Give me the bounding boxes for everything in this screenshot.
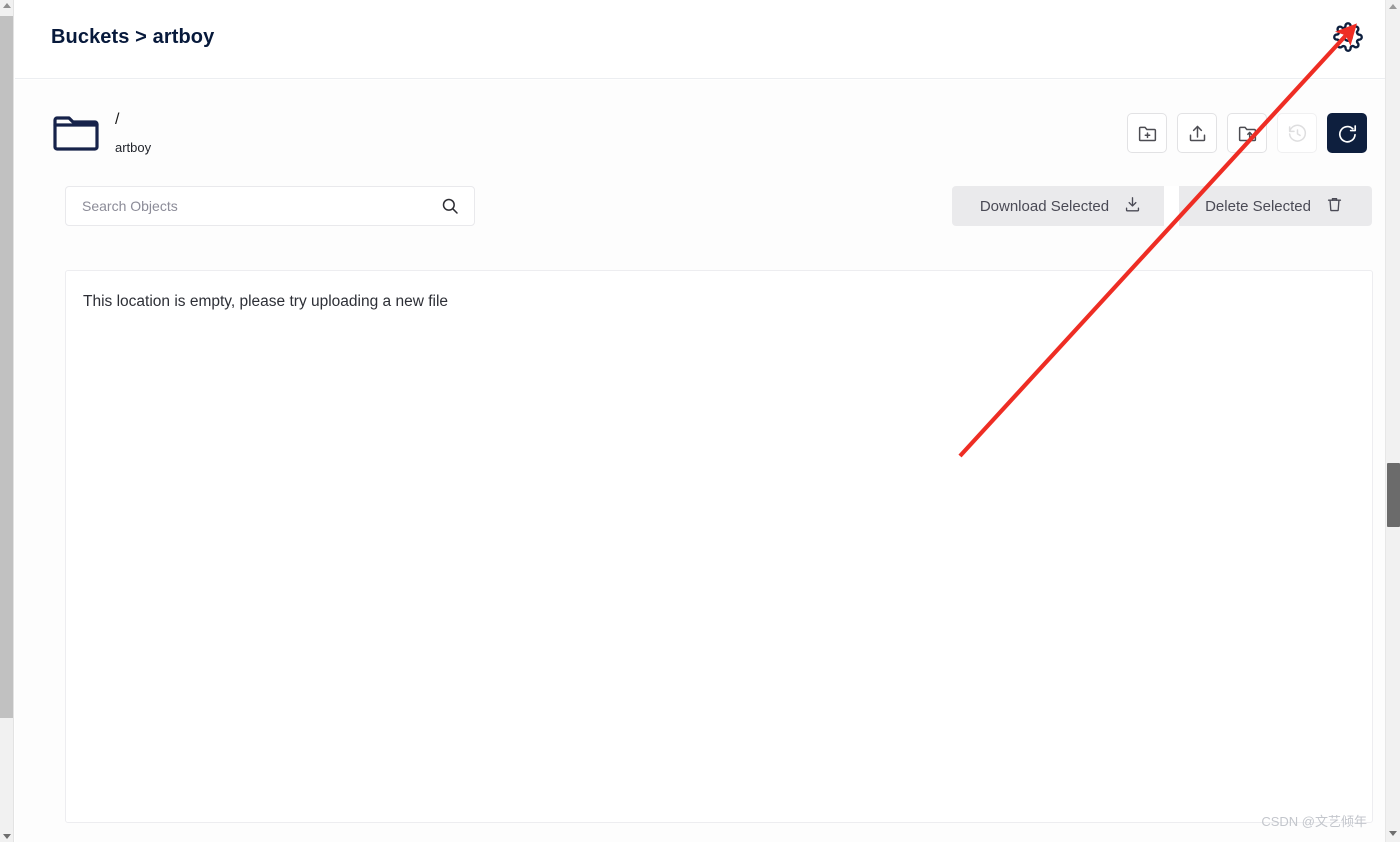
selection-actions-divider	[1164, 186, 1180, 226]
search-objects-box[interactable]	[65, 186, 475, 226]
refresh-button[interactable]	[1327, 113, 1367, 153]
search-icon[interactable]	[440, 196, 460, 216]
right-scrollbar[interactable]	[1385, 0, 1400, 842]
download-selected-label: Download Selected	[979, 197, 1110, 215]
folder-icon	[51, 108, 101, 157]
right-scrollbar-thumb[interactable]	[1387, 463, 1400, 527]
object-toolbar	[1127, 113, 1367, 153]
bucket-heading: / artboy	[51, 108, 151, 157]
download-icon	[1123, 195, 1142, 218]
right-scroll-up-arrow-icon[interactable]	[1389, 4, 1397, 9]
download-selected-button[interactable]: Download Selected	[951, 186, 1165, 226]
right-scroll-down-arrow-icon[interactable]	[1389, 831, 1397, 836]
delete-selected-label: Delete Selected	[1205, 197, 1311, 215]
scroll-up-arrow-icon[interactable]	[3, 3, 11, 8]
bucket-label-group: / artboy	[115, 110, 151, 155]
minio-object-browser-page: Buckets > artboy / artboy Search Objects…	[0, 0, 1400, 842]
bucket-name: artboy	[115, 140, 152, 155]
empty-state-message: This location is empty, please try uploa…	[83, 293, 449, 310]
rewind-button[interactable]	[1277, 113, 1317, 153]
trash-icon	[1325, 195, 1344, 218]
watermark: CSDN @文艺倾年	[1261, 814, 1367, 829]
object-browser-body: / artboy Search Objects Download Selecte…	[15, 80, 1385, 842]
create-new-path-button[interactable]	[1127, 113, 1167, 153]
objects-list-panel: This location is empty, please try uploa…	[65, 270, 1373, 823]
scroll-down-arrow-icon[interactable]	[3, 834, 11, 839]
left-scrollbar-thumb[interactable]	[0, 16, 13, 718]
delete-selected-button[interactable]: Delete Selected	[1179, 186, 1372, 226]
page-header: Buckets > artboy	[15, 0, 1385, 79]
bucket-path: /	[115, 111, 120, 128]
left-scrollbar[interactable]	[0, 0, 14, 842]
gear-icon[interactable]	[1331, 20, 1365, 54]
selection-actions: Download Selected Delete Selected	[951, 186, 1372, 226]
page-content: Buckets > artboy / artboy Search Objects…	[15, 0, 1385, 842]
upload-file-button[interactable]	[1177, 113, 1217, 153]
upload-folder-button[interactable]	[1227, 113, 1267, 153]
breadcrumb[interactable]: Buckets > artboy	[51, 26, 214, 49]
search-input[interactable]	[80, 197, 432, 215]
